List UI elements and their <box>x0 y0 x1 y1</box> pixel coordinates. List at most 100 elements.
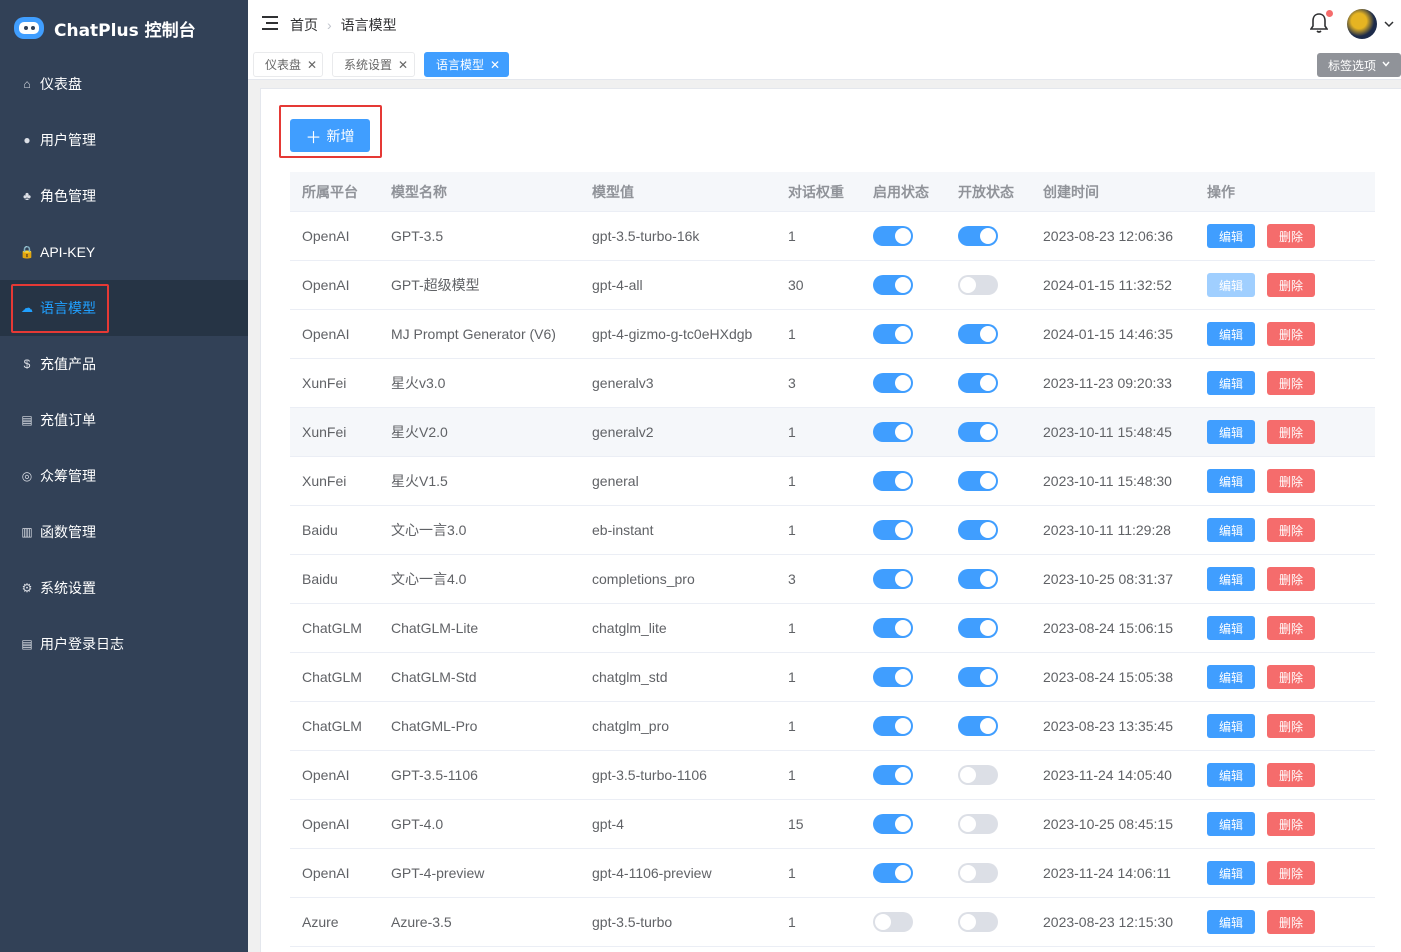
sidebar-item[interactable]: ▤ 充值订单 <box>0 392 248 448</box>
delete-button[interactable]: 删除 <box>1267 273 1315 297</box>
delete-button[interactable]: 删除 <box>1267 714 1315 738</box>
close-icon[interactable]: ✕ <box>398 58 408 72</box>
enabled-switch[interactable] <box>873 618 913 638</box>
open-switch[interactable] <box>958 471 998 491</box>
sidebar-item[interactable]: $ 充值产品 <box>0 336 248 392</box>
enabled-switch[interactable] <box>873 520 913 540</box>
delete-button[interactable]: 删除 <box>1267 224 1315 248</box>
delete-button[interactable]: 删除 <box>1267 910 1315 934</box>
enabled-switch[interactable] <box>873 422 913 442</box>
edit-button[interactable]: 编辑 <box>1207 273 1255 297</box>
edit-button[interactable]: 编辑 <box>1207 567 1255 591</box>
sidebar-item[interactable]: ◎ 众筹管理 <box>0 448 248 504</box>
close-icon[interactable]: ✕ <box>307 58 317 72</box>
enabled-switch[interactable] <box>873 667 913 687</box>
enabled-switch[interactable] <box>873 569 913 589</box>
open-cell <box>946 765 1031 785</box>
enabled-switch[interactable] <box>873 863 913 883</box>
edit-button[interactable]: 编辑 <box>1207 616 1255 640</box>
sidebar-item[interactable]: ● 用户管理 <box>0 112 248 168</box>
enabled-cell <box>861 814 946 834</box>
platform-cell: OpenAI <box>302 767 350 783</box>
delete-button[interactable]: 删除 <box>1267 518 1315 542</box>
sidebar-item[interactable]: 🔒 API-KEY <box>0 224 248 280</box>
open-switch[interactable] <box>958 814 998 834</box>
collapse-menu-icon[interactable] <box>262 16 278 30</box>
enabled-switch[interactable] <box>873 373 913 393</box>
open-switch[interactable] <box>958 373 998 393</box>
edit-button[interactable]: 编辑 <box>1207 665 1255 689</box>
tag-options-dropdown[interactable]: 标签选项 <box>1317 53 1401 77</box>
edit-button[interactable]: 编辑 <box>1207 763 1255 787</box>
enabled-switch[interactable] <box>873 716 913 736</box>
edit-button[interactable]: 编辑 <box>1207 469 1255 493</box>
add-button[interactable]: ＋ 新增 <box>290 119 370 152</box>
model-value-cell: chatglm_pro <box>592 718 670 734</box>
table-row: OpenAI GPT-4.0 gpt-4 15 2023-10-25 08:45:15 编… <box>290 800 1375 849</box>
enabled-switch[interactable] <box>873 226 913 246</box>
delete-button[interactable]: 删除 <box>1267 322 1315 346</box>
plus-icon: ＋ <box>305 129 322 147</box>
sidebar-item[interactable]: ▥ 函数管理 <box>0 504 248 560</box>
model-value-cell: gpt-4-1106-preview <box>592 865 712 881</box>
open-switch[interactable] <box>958 422 998 442</box>
edit-button[interactable]: 编辑 <box>1207 861 1255 885</box>
sidebar-item[interactable]: ⌂ 仪表盘 <box>0 56 248 112</box>
created-cell: 2023-08-24 15:05:38 <box>1043 669 1173 685</box>
table-header: 所属平台 模型名称 模型值 对话权重 启用状态 开放状态 创建时间 操作 <box>290 172 1375 212</box>
edit-button[interactable]: 编辑 <box>1207 714 1255 738</box>
edit-button[interactable]: 编辑 <box>1207 518 1255 542</box>
sidebar-item[interactable]: ♣ 角色管理 <box>0 168 248 224</box>
edit-button[interactable]: 编辑 <box>1207 224 1255 248</box>
sidebar-item-label: 角色管理 <box>40 188 96 204</box>
enabled-switch[interactable] <box>873 471 913 491</box>
open-switch[interactable] <box>958 520 998 540</box>
sidebar-item-label: 用户登录日志 <box>40 636 124 652</box>
enabled-switch[interactable] <box>873 324 913 344</box>
sidebar-item[interactable]: ⚙ 系统设置 <box>0 560 248 616</box>
enabled-cell <box>861 422 946 442</box>
enabled-cell <box>861 667 946 687</box>
open-switch[interactable] <box>958 275 998 295</box>
tag-system-settings[interactable]: 系统设置 ✕ <box>332 52 415 77</box>
open-switch[interactable] <box>958 324 998 344</box>
open-switch[interactable] <box>958 667 998 687</box>
edit-button[interactable]: 编辑 <box>1207 420 1255 444</box>
delete-button[interactable]: 删除 <box>1267 371 1315 395</box>
open-switch[interactable] <box>958 765 998 785</box>
delete-button[interactable]: 删除 <box>1267 616 1315 640</box>
sidebar-item[interactable]: ☁ 语言模型 <box>0 280 248 336</box>
open-switch[interactable] <box>958 569 998 589</box>
delete-button[interactable]: 删除 <box>1267 861 1315 885</box>
edit-button[interactable]: 编辑 <box>1207 812 1255 836</box>
delete-button[interactable]: 删除 <box>1267 420 1315 444</box>
enabled-switch[interactable] <box>873 275 913 295</box>
weight-cell: 1 <box>788 326 796 342</box>
open-switch[interactable] <box>958 716 998 736</box>
avatar[interactable] <box>1347 9 1377 39</box>
chevron-down-icon[interactable] <box>1383 17 1395 29</box>
delete-button[interactable]: 删除 <box>1267 469 1315 493</box>
delete-button[interactable]: 删除 <box>1267 812 1315 836</box>
breadcrumb-home[interactable]: 首页 <box>290 15 318 35</box>
notification-bell-icon[interactable] <box>1309 10 1333 34</box>
open-switch[interactable] <box>958 618 998 638</box>
enabled-switch[interactable] <box>873 765 913 785</box>
tag-language-model[interactable]: 语言模型 ✕ <box>424 52 509 77</box>
enabled-switch[interactable] <box>873 912 913 932</box>
open-switch[interactable] <box>958 863 998 883</box>
close-icon[interactable]: ✕ <box>490 58 500 72</box>
delete-button[interactable]: 删除 <box>1267 665 1315 689</box>
table-row: XunFei 星火V2.0 generalv2 1 2023-10-11 15:48:4… <box>290 408 1375 457</box>
sidebar-item[interactable]: ▤ 用户登录日志 <box>0 616 248 672</box>
delete-button[interactable]: 删除 <box>1267 763 1315 787</box>
edit-button[interactable]: 编辑 <box>1207 910 1255 934</box>
delete-button[interactable]: 删除 <box>1267 567 1315 591</box>
edit-button[interactable]: 编辑 <box>1207 322 1255 346</box>
tag-dashboard[interactable]: 仪表盘 ✕ <box>253 52 323 77</box>
open-switch[interactable] <box>958 226 998 246</box>
open-switch[interactable] <box>958 912 998 932</box>
edit-button[interactable]: 编辑 <box>1207 371 1255 395</box>
enabled-cell <box>861 618 946 638</box>
enabled-switch[interactable] <box>873 814 913 834</box>
